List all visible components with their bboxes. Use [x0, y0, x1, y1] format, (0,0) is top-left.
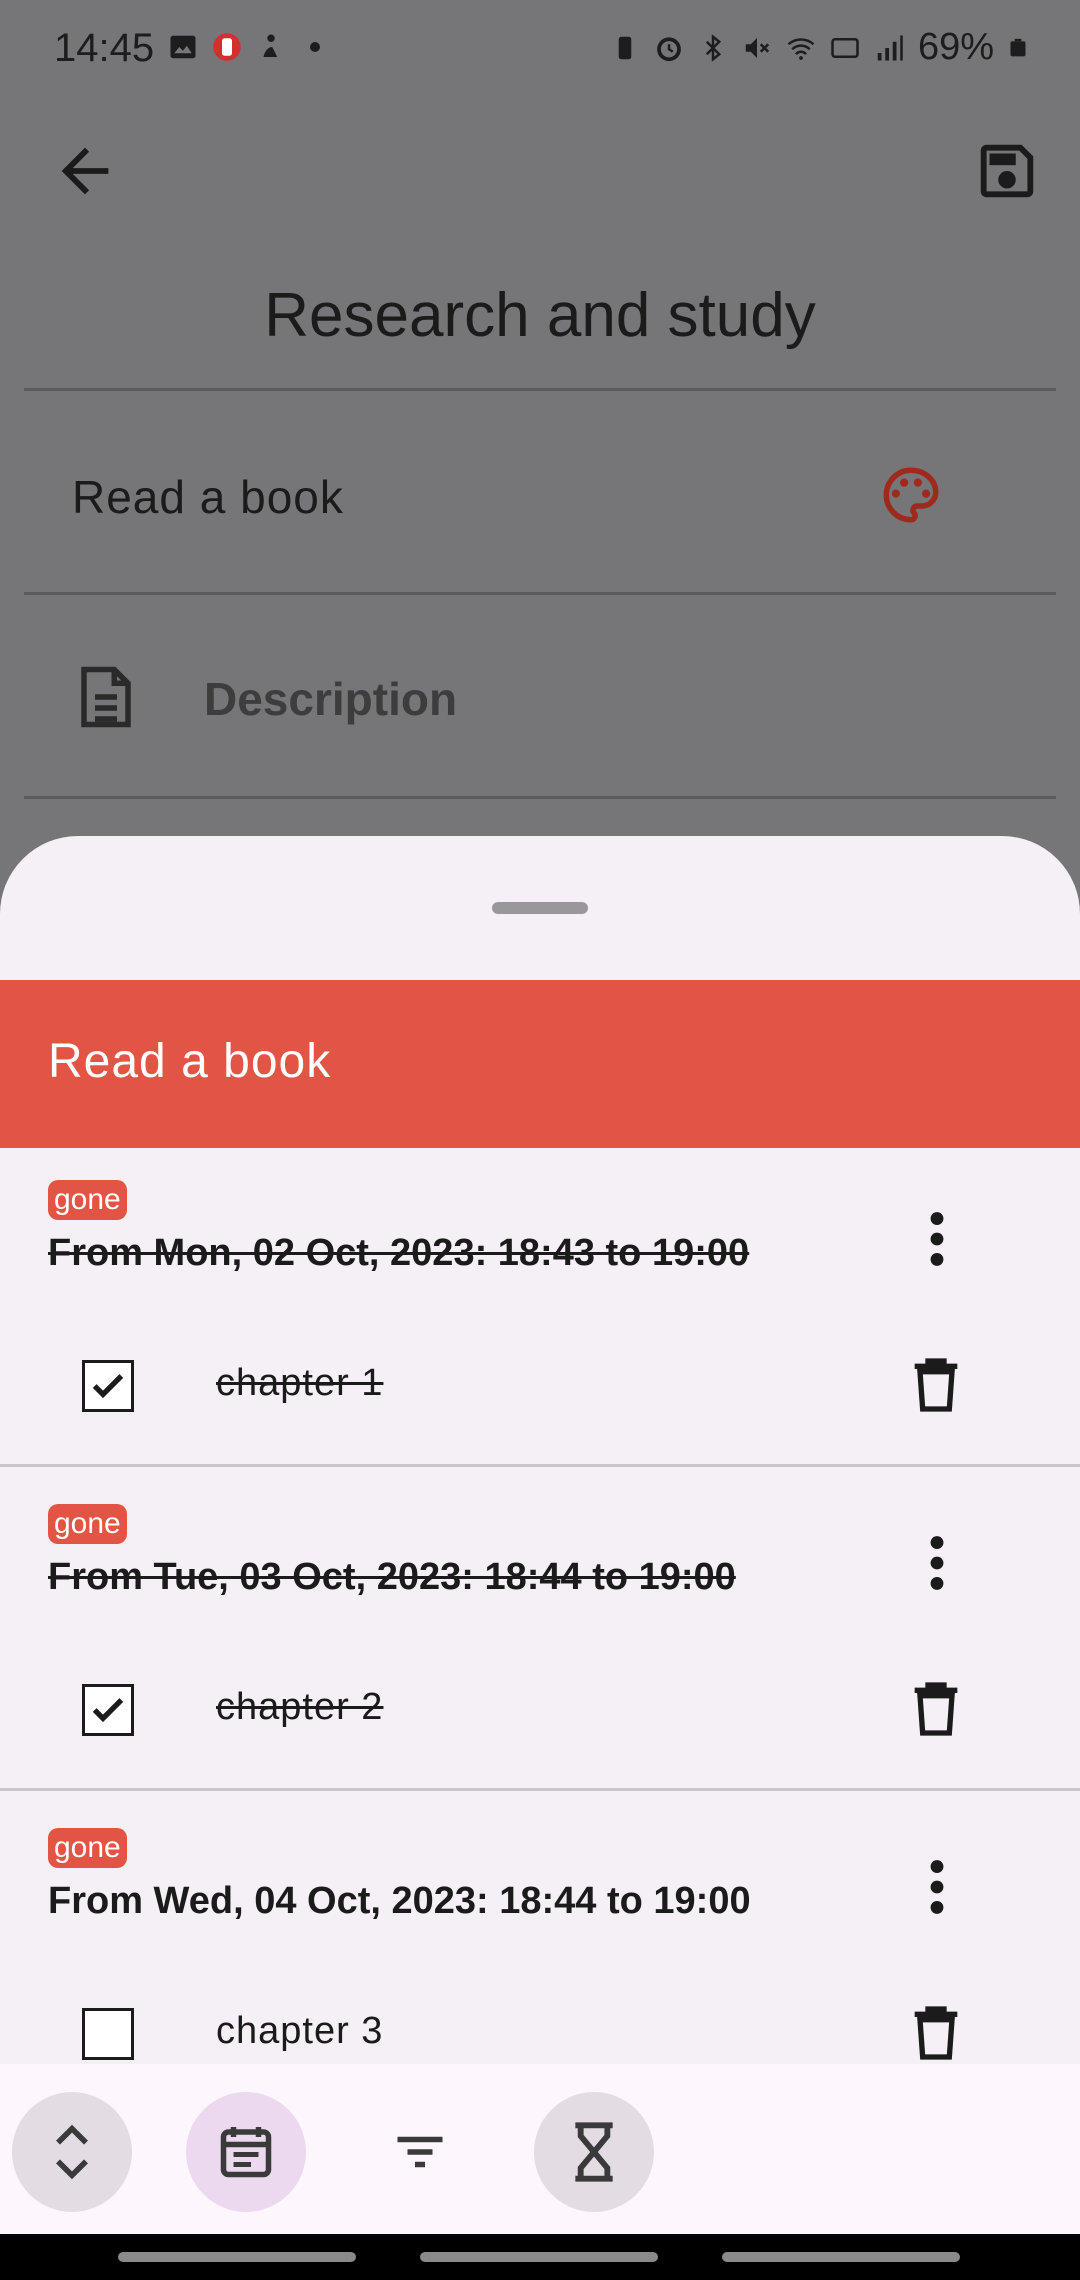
delete-icon[interactable] — [904, 1998, 968, 2068]
calendar-button[interactable] — [186, 2092, 306, 2212]
delete-icon[interactable] — [904, 1350, 968, 1420]
check-icon — [92, 1698, 124, 1723]
title-divider — [24, 388, 1056, 391]
status-badge: gone — [48, 1180, 127, 1220]
task-label: chapter 3 — [216, 2010, 384, 2052]
document-icon — [81, 666, 131, 728]
status-bar: 14:45 69% — [0, 0, 1080, 100]
calendar-icon — [220, 2127, 272, 2178]
status-badge: gone — [48, 1504, 127, 1544]
gallery-icon — [170, 35, 196, 59]
battery-percent: 69% — [917, 26, 994, 68]
volte-icon — [831, 37, 859, 58]
slot-time: From Mon, 02 Oct, 2023: 18:43 to 19:00 — [48, 1232, 750, 1274]
accessibility-icon — [263, 34, 278, 57]
battery-icon — [1010, 38, 1026, 56]
recents-nav[interactable] — [118, 2252, 356, 2262]
bluetooth-icon — [705, 33, 722, 62]
home-nav[interactable] — [420, 2252, 658, 2262]
expand-collapse-button[interactable] — [12, 2092, 132, 2212]
status-badge: gone — [48, 1828, 127, 1868]
filter-button[interactable] — [360, 2092, 480, 2212]
dot-icon — [310, 42, 320, 52]
more-vert-icon[interactable] — [902, 1528, 972, 1598]
task-label: chapter 2 — [216, 1686, 384, 1728]
save-icon[interactable] — [972, 136, 1042, 206]
time-slot: gone From Mon, 02 Oct, 2023: 18:43 to 19… — [0, 1148, 1080, 1472]
expand-collapse-icon — [56, 2124, 88, 2180]
more-vert-icon[interactable] — [902, 1852, 972, 1922]
time-slot: gone From Tue, 03 Oct, 2023: 18:44 to 19… — [0, 1472, 1080, 1796]
page-title: Research and study — [264, 281, 816, 350]
back-arrow-icon[interactable] — [50, 136, 120, 206]
task-checkbox[interactable] — [82, 1684, 134, 1736]
name-divider — [24, 592, 1056, 595]
system-navigation-bar — [0, 2234, 1080, 2280]
slot-divider — [0, 1464, 1080, 1467]
slot-divider — [0, 1788, 1080, 1791]
slot-time: From Tue, 03 Oct, 2023: 18:44 to 19:00 — [48, 1556, 736, 1598]
task-checkbox[interactable] — [82, 2008, 134, 2060]
bottom-action-bar — [0, 2064, 1080, 2234]
notification-icons — [168, 32, 330, 62]
sheet-header: Read a book — [0, 980, 1080, 1148]
description-divider — [24, 796, 1056, 799]
palette-icon[interactable] — [878, 462, 944, 528]
filter-icon — [397, 2136, 443, 2168]
wifi-icon — [787, 37, 815, 60]
description-field[interactable]: Description — [204, 672, 457, 726]
back-nav[interactable] — [722, 2252, 960, 2262]
task-label: chapter 1 — [216, 1362, 384, 1404]
hourglass-icon — [575, 2122, 613, 2182]
delete-icon[interactable] — [904, 1674, 968, 1744]
screen: 14:45 69% Research and study Read a book — [0, 0, 1080, 2280]
sheet-title: Read a book — [48, 1035, 332, 1088]
timer-button[interactable] — [534, 2092, 654, 2212]
battery-saver-icon — [618, 36, 632, 59]
more-vert-icon[interactable] — [902, 1204, 972, 1274]
slot-time: From Wed, 04 Oct, 2023: 18:44 to 19:00 — [48, 1880, 751, 1922]
drag-handle[interactable] — [492, 902, 588, 914]
task-name-field[interactable]: Read a book — [72, 470, 344, 524]
signal-icon — [877, 35, 903, 60]
status-time: 14:45 — [54, 26, 155, 70]
task-checkbox[interactable] — [82, 1360, 134, 1412]
check-icon — [92, 1374, 124, 1399]
alarm-icon — [657, 36, 681, 61]
system-icons: 69% — [610, 26, 1028, 69]
app-notification-icon — [213, 33, 241, 61]
mute-icon — [745, 37, 770, 58]
